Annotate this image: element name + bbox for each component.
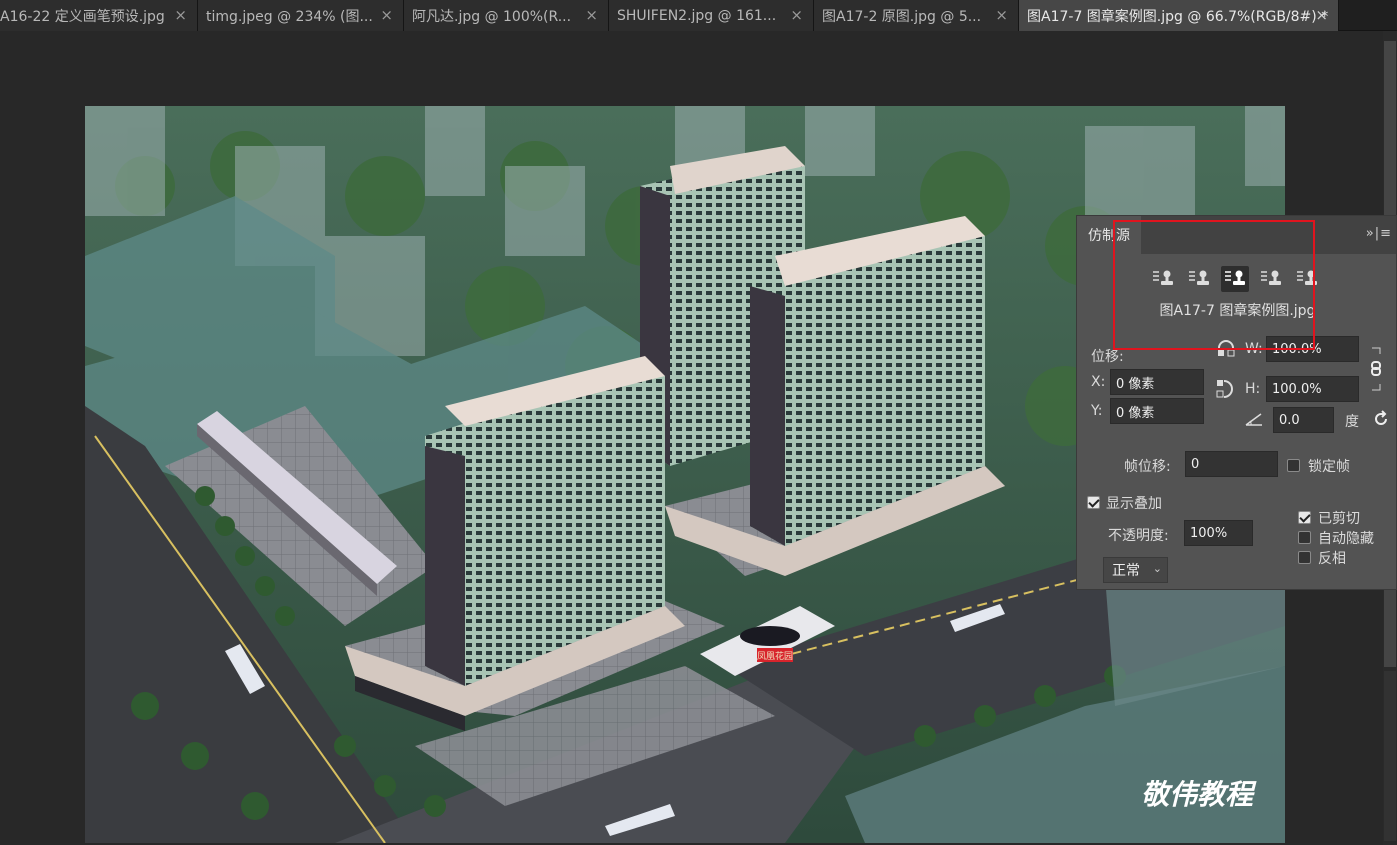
flip-vertical-icon[interactable] [1216,378,1234,404]
document-tab[interactable]: 阿凡达.jpg @ 100%(R... × [404,0,609,31]
close-tab-icon[interactable]: × [174,6,187,24]
highlight-annotation-box [1113,220,1315,350]
y-label: Y: [1091,403,1103,419]
blend-mode-value: 正常 [1112,563,1140,579]
document-tab[interactable]: 图A17-7 图章案例图.jpg @ 66.7%(RGB/8#) * × [1019,0,1339,31]
invert-label: 反相 [1318,551,1346,567]
h-label: H: [1245,381,1261,397]
document-tab-label: timg.jpeg @ 234% (图... [206,8,373,25]
lock-frame-label: 锁定帧 [1308,459,1350,475]
opacity-field[interactable]: 100% [1184,520,1253,546]
auto-hide-checkbox[interactable] [1298,531,1311,544]
show-overlay-label: 显示叠加 [1106,496,1162,512]
document-tab-label: A16-22 定义画笔预设.jpg [0,8,165,25]
document-tab-label: 图A17-7 图章案例图.jpg @ 66.7%(RGB/8#) * [1027,8,1329,25]
close-tab-icon[interactable]: × [1315,6,1328,24]
lock-frame-checkbox[interactable] [1287,459,1300,472]
gate-sign: 凤凰花园 [757,650,793,662]
link-chain-icon[interactable] [1368,346,1384,396]
watermark-text: 敬伟教程 [1141,778,1257,811]
offset-x-field[interactable]: 0 像素 [1110,369,1204,395]
document-tab[interactable]: 图A17-2 原图.jpg @ 5... × [814,0,1019,31]
chevron-down-icon: ⌄ [1152,562,1162,575]
angle-field[interactable]: 0.0 [1273,407,1334,433]
show-overlay-checkbox[interactable] [1087,496,1100,509]
close-tab-icon[interactable]: × [790,6,803,24]
reset-transform-icon[interactable] [1372,410,1390,432]
close-tab-icon[interactable]: × [585,6,598,24]
opacity-label: 不透明度: [1108,528,1169,544]
document-tab[interactable]: SHUIFEN2.jpg @ 161... × [609,0,814,31]
panel-menu-icon[interactable]: »|≡ [1366,226,1392,241]
document-tab[interactable]: A16-22 定义画笔预设.jpg × [0,0,198,31]
angle-unit-label: 度 [1345,414,1359,430]
close-tab-icon[interactable]: × [995,6,1008,24]
offset-y-field[interactable]: 0 像素 [1110,398,1204,424]
frame-offset-label: 帧位移: [1124,459,1171,475]
auto-hide-label: 自动隐藏 [1318,531,1374,547]
frame-offset-field[interactable]: 0 [1185,451,1278,477]
blend-mode-dropdown[interactable]: 正常 ⌄ [1103,557,1168,583]
document-tab[interactable]: timg.jpeg @ 234% (图... × [198,0,404,31]
document-tab-label: 阿凡达.jpg @ 100%(R... [412,8,572,25]
x-label: X: [1091,374,1106,390]
scrollbar-track-lower [1384,671,1396,841]
close-tab-icon[interactable]: × [380,6,393,24]
angle-icon [1245,412,1263,430]
clipped-label: 已剪切 [1318,511,1360,527]
document-tab-bar: A16-22 定义画笔预设.jpg × timg.jpeg @ 234% (图...… [0,0,1397,31]
document-tab-label: 图A17-2 原图.jpg @ 5... [822,8,982,25]
height-scale-field[interactable]: 100.0% [1266,376,1359,402]
document-tab-label: SHUIFEN2.jpg @ 161... [617,7,777,24]
clipped-checkbox[interactable] [1298,511,1311,524]
invert-checkbox[interactable] [1298,551,1311,564]
